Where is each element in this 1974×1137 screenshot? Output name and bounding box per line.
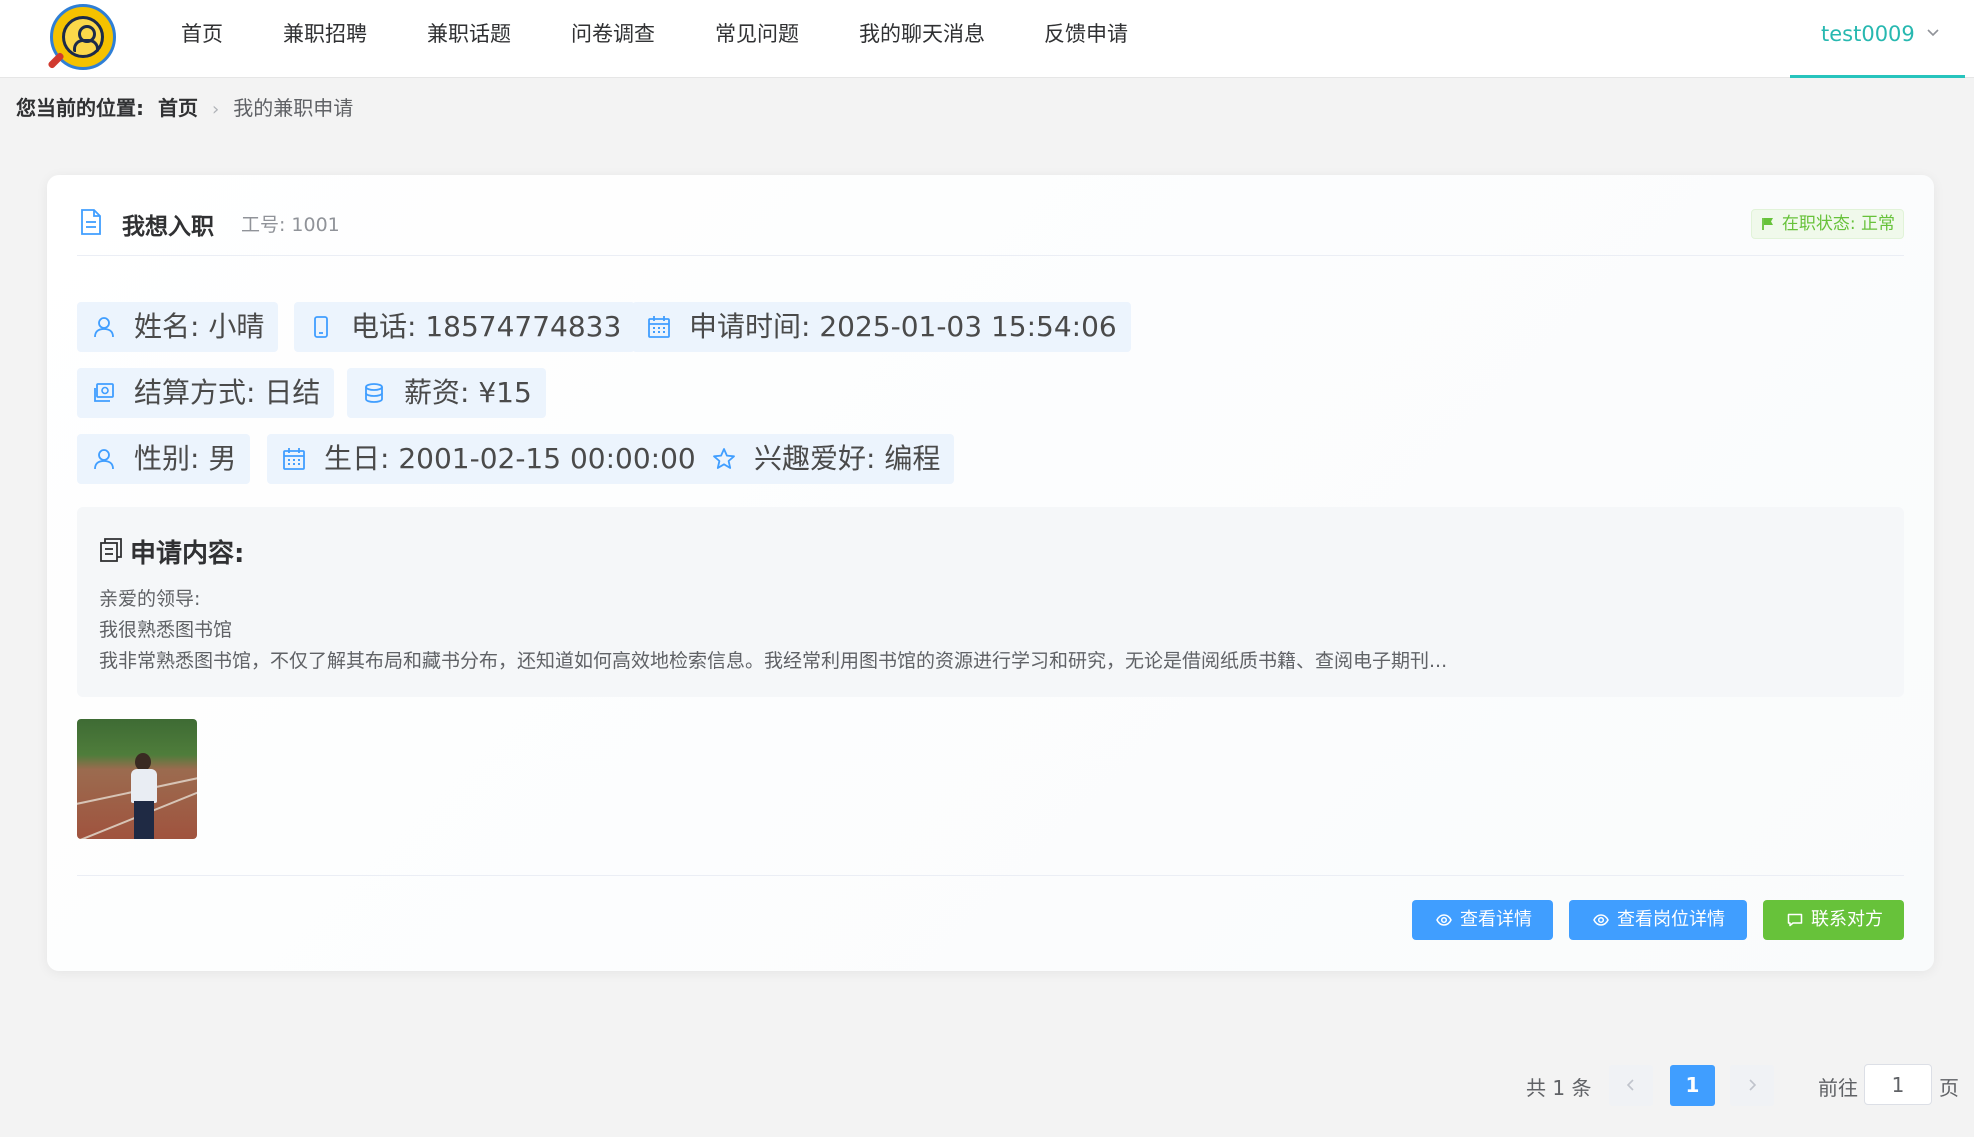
goto-label: 前往 xyxy=(1818,1076,1858,1100)
chat-icon xyxy=(1787,913,1803,927)
application-card: 我想入职 工号: 1001 在职状态: 正常 姓名: 小晴 电话: 1857477… xyxy=(47,175,1934,971)
username[interactable]: test0009 xyxy=(1821,0,1915,68)
flag-icon xyxy=(1761,218,1773,230)
chevron-right-icon xyxy=(1749,1079,1757,1091)
page-suffix-label: 页 xyxy=(1939,1076,1959,1100)
view-detail-label[interactable]: 查看详情 xyxy=(1460,909,1532,930)
salary-value: 薪资: ¥15 xyxy=(404,376,532,409)
status-badge: 在职状态: 正常 xyxy=(1750,209,1904,239)
pagination-total: 共 1 条 xyxy=(1526,1076,1592,1100)
contact-label[interactable]: 联系对方 xyxy=(1811,909,1883,930)
breadcrumb-current: 我的兼职申请 xyxy=(233,96,354,120)
card-header: 我想入职 工号: 1001 在职状态: 正常 xyxy=(77,205,1904,256)
birthday-tag: 生日: 2001-02-15 00:00:00 xyxy=(267,434,710,484)
salary-tag: 薪资: ¥15 xyxy=(347,368,546,418)
phone-value: 电话: 18574774833 xyxy=(351,310,622,343)
document-icon xyxy=(81,209,101,235)
birthday-value: 生日: 2001-02-15 00:00:00 xyxy=(324,442,696,475)
wallet-icon xyxy=(94,383,114,402)
contact-button[interactable]: 联系对方 xyxy=(1763,900,1904,940)
name-value: 姓名: 小晴 xyxy=(134,310,265,343)
breadcrumb-separator-icon: › xyxy=(212,99,220,120)
settlement-tag: 结算方式: 日结 xyxy=(77,368,335,418)
top-nav: 首页 兼职招聘 兼职话题 问卷调查 常见问题 我的聊天消息 反馈申请 test0… xyxy=(0,0,1974,78)
hobby-value: 兴趣爱好: 编程 xyxy=(754,442,941,475)
content-line: 我非常熟悉图书馆，不仅了解其布局和藏书分布，还知道如何高效地检索信息。我经常利用… xyxy=(99,650,1448,672)
hobby-tag: 兴趣爱好: 编程 xyxy=(697,434,955,484)
content-line: 亲爱的领导: xyxy=(99,588,201,610)
breadcrumb: 您当前的位置: 首页 › 我的兼职申请 xyxy=(16,92,353,124)
prev-page-button[interactable] xyxy=(1609,1065,1653,1106)
apply-time-value: 申请时间: 2025-01-03 15:54:06 xyxy=(689,310,1117,343)
coins-icon xyxy=(365,383,383,403)
content-title: 申请内容: xyxy=(130,539,245,569)
star-icon xyxy=(713,448,735,469)
applicant-photo[interactable] xyxy=(77,719,197,839)
job-number-value: 1001 xyxy=(291,214,340,236)
eye-icon xyxy=(1593,914,1609,926)
name-tag: 姓名: 小晴 xyxy=(77,302,279,352)
nav-item-home[interactable]: 首页 xyxy=(181,0,223,68)
status-text: 在职状态: 正常 xyxy=(1781,214,1895,234)
nav-item-faq[interactable]: 常见问题 xyxy=(715,0,799,68)
card-divider xyxy=(77,875,1904,876)
settlement-value: 结算方式: 日结 xyxy=(134,376,321,409)
content-line: 我很熟悉图书馆 xyxy=(99,619,233,641)
user-icon xyxy=(94,449,114,470)
job-number: 工号: 1001 xyxy=(241,210,340,237)
page-number-current[interactable]: 1 xyxy=(1670,1065,1715,1106)
nav-item-chat-messages[interactable]: 我的聊天消息 xyxy=(859,0,985,68)
user-menu[interactable]: test0009 xyxy=(1790,0,1965,78)
user-icon xyxy=(94,317,114,338)
phone-icon xyxy=(314,316,328,338)
chevron-down-icon[interactable] xyxy=(1926,26,1940,40)
next-page-button[interactable] xyxy=(1730,1065,1774,1106)
nav-item-surveys[interactable]: 问卷调查 xyxy=(571,0,655,68)
chevron-left-icon xyxy=(1626,1079,1634,1091)
job-number-label: 工号: xyxy=(241,214,286,236)
nav-item-topics[interactable]: 兼职话题 xyxy=(427,0,511,68)
view-detail-button[interactable]: 查看详情 xyxy=(1412,900,1553,940)
calendar-icon xyxy=(648,316,670,338)
nav-item-jobs[interactable]: 兼职招聘 xyxy=(283,0,367,68)
nav-item-feedback[interactable]: 反馈申请 xyxy=(1044,0,1128,68)
apply-time-tag: 申请时间: 2025-01-03 15:54:06 xyxy=(632,302,1131,352)
gender-value: 性别: 男 xyxy=(134,442,237,475)
phone-tag: 电话: 18574774833 xyxy=(294,302,636,352)
breadcrumb-label: 您当前的位置: xyxy=(16,96,144,120)
application-content: 申请内容: 亲爱的领导: 我很熟悉图书馆 我非常熟悉图书馆，不仅了解其布局和藏书… xyxy=(77,507,1904,697)
eye-icon xyxy=(1436,914,1452,926)
gender-tag: 性别: 男 xyxy=(77,434,251,484)
view-job-detail-label[interactable]: 查看岗位详情 xyxy=(1617,909,1725,930)
view-job-detail-button[interactable]: 查看岗位详情 xyxy=(1569,900,1747,940)
calendar-icon xyxy=(283,448,305,470)
breadcrumb-home[interactable]: 首页 xyxy=(158,96,198,120)
goto-page-input[interactable] xyxy=(1864,1064,1932,1105)
logo-icon[interactable] xyxy=(47,4,116,70)
card-title: 我想入职 xyxy=(122,214,214,240)
copy-document-icon xyxy=(100,538,122,562)
